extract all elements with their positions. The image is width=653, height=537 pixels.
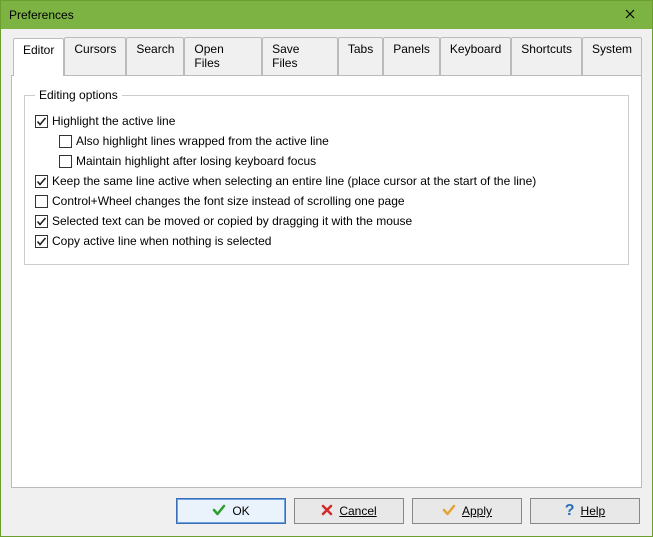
window-title: Preferences — [9, 8, 616, 22]
button-label: Help — [581, 504, 606, 518]
tab-panels[interactable]: Panels — [383, 37, 440, 75]
checkbox-label: Highlight the active line — [52, 112, 175, 130]
tabstrip: Editor Cursors Search Open Files Save Fi… — [11, 37, 642, 76]
button-label: OK — [232, 504, 249, 518]
tab-shortcuts[interactable]: Shortcuts — [511, 37, 582, 75]
tab-label: Cursors — [74, 42, 116, 56]
option-drag-selected[interactable]: Selected text can be moved or copied by … — [35, 212, 618, 230]
tab-save-files[interactable]: Save Files — [262, 37, 338, 75]
option-maintain-highlight[interactable]: Maintain highlight after losing keyboard… — [59, 152, 618, 170]
option-also-highlight-wrapped[interactable]: Also highlight lines wrapped from the ac… — [59, 132, 618, 150]
checkbox-label: Control+Wheel changes the font size inst… — [52, 192, 405, 210]
group-legend: Editing options — [35, 88, 122, 102]
close-icon — [625, 8, 635, 22]
question-icon: ? — [565, 503, 575, 519]
preferences-window: Preferences Editor Cursors Search Open F… — [0, 0, 653, 537]
tab-label: Shortcuts — [521, 42, 572, 56]
ok-button[interactable]: OK — [176, 498, 286, 524]
tab-search[interactable]: Search — [126, 37, 184, 75]
checkbox[interactable] — [59, 155, 72, 168]
cancel-button[interactable]: Cancel — [294, 498, 404, 524]
button-label: Apply — [462, 504, 492, 518]
checkbox[interactable] — [35, 175, 48, 188]
checkbox-label: Copy active line when nothing is selecte… — [52, 232, 271, 250]
x-icon — [321, 504, 333, 519]
help-button[interactable]: ? Help — [530, 498, 640, 524]
tab-editor[interactable]: Editor — [13, 38, 64, 76]
checkbox[interactable] — [35, 195, 48, 208]
tabpanel-editor: Editing options Highlight the active lin… — [11, 76, 642, 488]
checkbox[interactable] — [59, 135, 72, 148]
option-control-wheel[interactable]: Control+Wheel changes the font size inst… — [35, 192, 618, 210]
tab-label: Editor — [23, 43, 54, 57]
checkbox-label: Selected text can be moved or copied by … — [52, 212, 412, 230]
content-area: Editor Cursors Search Open Files Save Fi… — [1, 29, 652, 488]
tab-label: Save Files — [272, 42, 299, 70]
dialog-buttons: OK Cancel Apply ? Help — [1, 488, 652, 536]
checkbox[interactable] — [35, 115, 48, 128]
tab-open-files[interactable]: Open Files — [184, 37, 262, 75]
checkbox[interactable] — [35, 235, 48, 248]
check-icon — [212, 503, 226, 520]
option-keep-same-line[interactable]: Keep the same line active when selecting… — [35, 172, 618, 190]
option-copy-active-line[interactable]: Copy active line when nothing is selecte… — [35, 232, 618, 250]
close-button[interactable] — [616, 1, 644, 29]
tab-label: System — [592, 42, 632, 56]
check-icon — [442, 503, 456, 520]
checkbox-label: Also highlight lines wrapped from the ac… — [76, 132, 329, 150]
tab-keyboard[interactable]: Keyboard — [440, 37, 511, 75]
checkbox-label: Keep the same line active when selecting… — [52, 172, 536, 190]
titlebar: Preferences — [1, 1, 652, 29]
editing-options-group: Editing options Highlight the active lin… — [24, 88, 629, 265]
option-highlight-active-line[interactable]: Highlight the active line — [35, 112, 618, 130]
tab-label: Search — [136, 42, 174, 56]
tab-label: Open Files — [194, 42, 223, 70]
tab-tabs[interactable]: Tabs — [338, 37, 383, 75]
checkbox-label: Maintain highlight after losing keyboard… — [76, 152, 316, 170]
button-label: Cancel — [339, 504, 376, 518]
tab-label: Tabs — [348, 42, 373, 56]
apply-button[interactable]: Apply — [412, 498, 522, 524]
tab-cursors[interactable]: Cursors — [64, 37, 126, 75]
tab-label: Keyboard — [450, 42, 501, 56]
tab-system[interactable]: System — [582, 37, 642, 75]
checkbox[interactable] — [35, 215, 48, 228]
tab-label: Panels — [393, 42, 430, 56]
